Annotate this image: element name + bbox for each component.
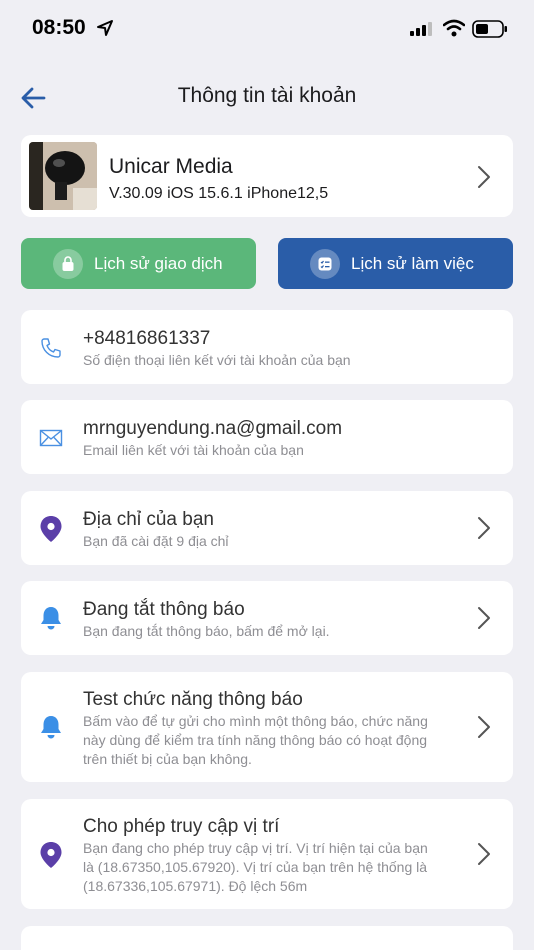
- location-access-description-line1: Bạn đang cho phép truy cập vị trí. Vị tr…: [83, 840, 428, 856]
- phone-number: +84816861337: [83, 328, 211, 349]
- location-access-row[interactable]: Cho phép truy cập vị trí Bạn đang cho ph…: [21, 799, 513, 909]
- status-time: 08:50: [32, 16, 86, 39]
- address-row[interactable]: Địa chỉ của bạn Bạn đã cài đặt 9 địa chỉ: [21, 491, 513, 565]
- work-history-button[interactable]: Lịch sử làm việc: [278, 238, 513, 289]
- cellular-signal-icon: [410, 22, 432, 36]
- mail-icon: [39, 429, 63, 447]
- phone-description: Số điện thoại liên kết với tài khoản của…: [83, 352, 351, 368]
- address-title: Địa chỉ của bạn: [83, 509, 214, 530]
- chevron-right-icon: [478, 517, 490, 539]
- notification-status-title: Đang tắt thông báo: [83, 599, 245, 620]
- notification-test-title: Test chức năng thông báo: [83, 689, 303, 710]
- map-pin-icon: [40, 842, 62, 868]
- location-access-description-line2: là (18.67350,105.67920). Vị trí của bạn …: [83, 859, 428, 875]
- chevron-right-icon: [478, 607, 490, 629]
- location-access-title: Cho phép truy cập vị trí: [83, 816, 280, 837]
- battery-icon: [472, 20, 507, 38]
- next-row-partial[interactable]: [21, 926, 513, 950]
- shopping-bag-icon-wrap: [53, 249, 83, 279]
- notification-test-row[interactable]: Test chức năng thông báo Bấm vào để tự g…: [21, 672, 513, 782]
- location-arrow-icon: [97, 20, 113, 36]
- checklist-icon-wrap: [310, 249, 340, 279]
- app-version-text: V.30.09 iOS 15.6.1 iPhone12,5: [109, 185, 329, 202]
- navigation-bar: Thông tin tài khoản: [0, 76, 534, 120]
- email-description: Email liên kết với tài khoản của bạn: [83, 442, 304, 458]
- notification-test-description-line3: trên thiết bị của bạn không.: [83, 751, 252, 767]
- transaction-history-label: Lịch sử giao dịch: [94, 254, 223, 273]
- phone-row[interactable]: +84816861337 Số điện thoại liên kết với …: [21, 310, 513, 384]
- avatar-photo: [29, 142, 97, 210]
- notification-test-description-line1: Bấm vào để tự gửi cho mình một thông báo…: [83, 713, 428, 729]
- notification-test-description-line2: này dùng để kiểm tra tính năng thông báo…: [83, 732, 428, 748]
- transaction-history-button[interactable]: Lịch sử giao dịch: [21, 238, 256, 289]
- status-bar: 08:50: [0, 0, 534, 60]
- page-title: Thông tin tài khoản: [177, 84, 357, 107]
- shopping-bag-icon: [62, 256, 74, 271]
- map-pin-icon: [40, 516, 62, 542]
- profile-name: Unicar Media: [109, 155, 233, 178]
- wifi-icon: [443, 19, 465, 37]
- location-access-description-line3: (18.67336,105.67971). Độ lệch 56m: [83, 878, 308, 894]
- address-description: Bạn đã cài đặt 9 địa chỉ: [83, 533, 229, 549]
- checklist-icon: [318, 257, 332, 271]
- bell-icon: [41, 607, 61, 630]
- chevron-right-icon: [478, 166, 490, 188]
- phone-icon: [41, 338, 61, 358]
- notification-status-row[interactable]: Đang tắt thông báo Bạn đang tắt thông bá…: [21, 581, 513, 655]
- avatar: [29, 142, 97, 210]
- profile-card[interactable]: Unicar Media V.30.09 iOS 15.6.1 iPhone12…: [21, 135, 513, 217]
- chevron-right-icon: [478, 716, 490, 738]
- chevron-right-icon: [478, 843, 490, 865]
- email-address: mrnguyendung.na@gmail.com: [83, 418, 343, 439]
- bell-icon: [41, 716, 61, 739]
- work-history-label: Lịch sử làm việc: [351, 254, 474, 273]
- notification-status-description: Bạn đang tắt thông báo, bấm để mở lại.: [83, 623, 330, 639]
- email-row[interactable]: mrnguyendung.na@gmail.com Email liên kết…: [21, 400, 513, 474]
